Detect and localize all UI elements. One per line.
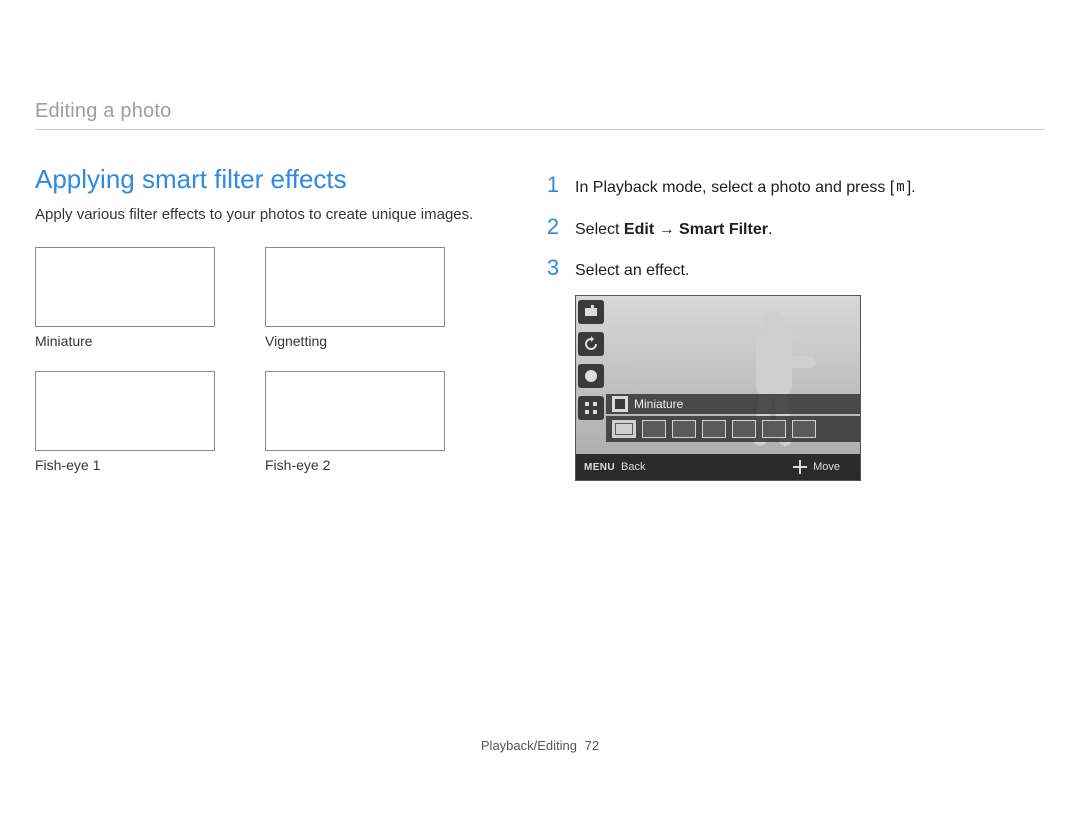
menu-tag: MENU bbox=[584, 462, 615, 473]
step-pretext: Select bbox=[575, 221, 624, 238]
section-label: Editing a photo bbox=[35, 100, 1045, 123]
lcd-preview: Miniature MENU Back Move bbox=[575, 295, 861, 481]
rotate-icon bbox=[578, 332, 604, 356]
footer-chapter: Playback/Editing bbox=[481, 738, 577, 753]
step-bold: Smart Filter bbox=[679, 221, 768, 238]
step-text: In Playback mode, select a photo and pre… bbox=[575, 177, 916, 199]
step-posttext: ]. bbox=[907, 179, 916, 196]
swatch-fisheye2 bbox=[265, 371, 445, 451]
filter-chip bbox=[732, 420, 756, 438]
lcd-back-label: Back bbox=[621, 461, 645, 473]
step-text: Select Edit → Smart Filter. bbox=[575, 219, 772, 241]
filter-chip bbox=[672, 420, 696, 438]
step-posttext: . bbox=[768, 221, 772, 238]
filter-chip bbox=[792, 420, 816, 438]
step-text: Select an effect. bbox=[575, 260, 689, 282]
footer-page-number: 72 bbox=[585, 738, 599, 753]
page-title: Applying smart filter effects bbox=[35, 164, 475, 195]
filter-chip bbox=[762, 420, 786, 438]
arrow-icon: → bbox=[654, 221, 679, 238]
lcd-side-icons bbox=[576, 296, 606, 424]
lead-text: Apply various filter effects to your pho… bbox=[35, 205, 475, 225]
right-column: 1 In Playback mode, select a photo and p… bbox=[545, 164, 1045, 489]
swatch-miniature bbox=[35, 247, 215, 327]
edit-icon bbox=[578, 300, 604, 324]
palette-icon bbox=[578, 364, 604, 388]
grid-icon bbox=[578, 396, 604, 420]
section-rule bbox=[35, 129, 1045, 130]
lcd-footer: MENU Back Move bbox=[576, 454, 860, 480]
swatch-caption: Vignetting bbox=[265, 333, 465, 349]
swatch-caption: Miniature bbox=[35, 333, 235, 349]
step-number: 2 bbox=[545, 212, 561, 242]
swatch-grid: Miniature Vignetting Fish-eye 1 Fish-eye… bbox=[35, 247, 465, 489]
filter-chip bbox=[642, 420, 666, 438]
step-1: 1 In Playback mode, select a photo and p… bbox=[545, 170, 1045, 200]
left-column: Applying smart filter effects Apply vari… bbox=[35, 164, 475, 489]
filter-chip-selected bbox=[612, 420, 636, 438]
swatch-caption: Fish-eye 2 bbox=[265, 457, 465, 473]
menu-key-icon: m bbox=[896, 178, 904, 197]
step-pretext: In Playback mode, select a photo and pre… bbox=[575, 179, 894, 196]
page-footer: Playback/Editing 72 bbox=[0, 738, 1080, 753]
step-3: 3 Select an effect. bbox=[545, 253, 1045, 283]
swatch-caption: Fish-eye 1 bbox=[35, 457, 235, 473]
steps-list: 1 In Playback mode, select a photo and p… bbox=[545, 170, 1045, 283]
step-2: 2 Select Edit → Smart Filter. bbox=[545, 212, 1045, 242]
swatch-fisheye1 bbox=[35, 371, 215, 451]
lcd-filter-label-row: Miniature bbox=[606, 394, 860, 414]
lcd-filter-row bbox=[606, 416, 860, 442]
filter-chip bbox=[702, 420, 726, 438]
step-number: 3 bbox=[545, 253, 561, 283]
lcd-filter-label: Miniature bbox=[634, 394, 683, 414]
swatch-vignetting bbox=[265, 247, 445, 327]
step-bold: Edit bbox=[624, 221, 654, 238]
lcd-move-label: Move bbox=[813, 461, 840, 473]
filter-thumb-icon bbox=[612, 396, 628, 412]
step-number: 1 bbox=[545, 170, 561, 200]
dpad-icon bbox=[793, 460, 807, 474]
